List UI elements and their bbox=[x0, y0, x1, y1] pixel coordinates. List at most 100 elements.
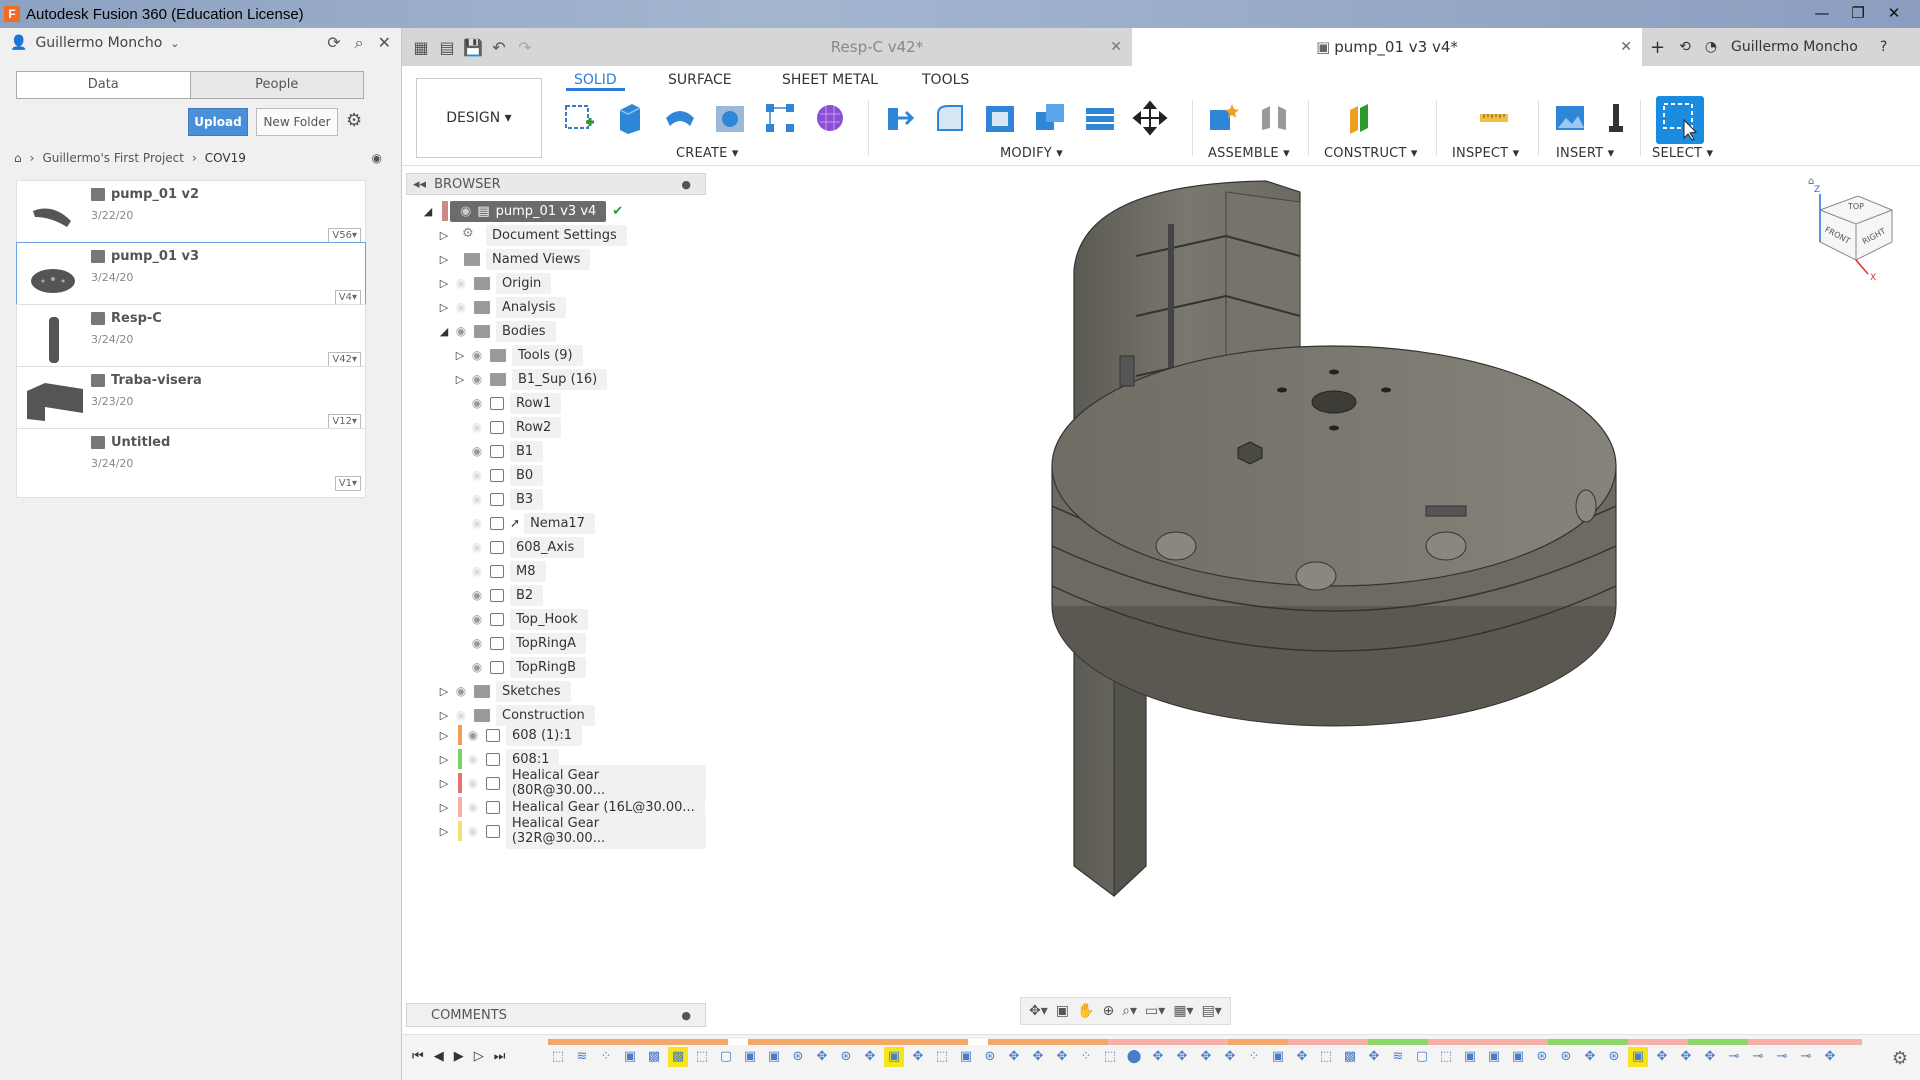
shell-feature-icon[interactable]: ▢ bbox=[716, 1047, 736, 1067]
rigid-joint-feature-icon[interactable]: ⊸ bbox=[1796, 1047, 1816, 1067]
root-component-label[interactable]: ◉ ▤ pump_01 v3 v4 bbox=[450, 200, 607, 222]
new-folder-button[interactable]: New Folder bbox=[256, 108, 338, 136]
combine-icon[interactable] bbox=[1032, 100, 1068, 136]
look-at-icon[interactable]: ▣ bbox=[1056, 1003, 1069, 1019]
combine-feature-icon[interactable]: ▩ bbox=[644, 1047, 664, 1067]
sketch-feature-icon[interactable]: ⬚ bbox=[1436, 1047, 1456, 1067]
move-feature-icon[interactable]: ✥ bbox=[1580, 1047, 1600, 1067]
move-feature-icon[interactable]: ✥ bbox=[1676, 1047, 1696, 1067]
tree-item[interactable]: ◉ B1 bbox=[468, 439, 544, 463]
tab-sheet-metal[interactable]: SHEET METAL bbox=[782, 72, 878, 88]
eye-icon[interactable]: ◉ bbox=[452, 276, 470, 290]
tree-item[interactable]: ◉ M8 bbox=[468, 559, 546, 583]
tree-item[interactable]: ▷ ◉ Analysis bbox=[436, 295, 566, 319]
chamfer-icon[interactable] bbox=[982, 100, 1018, 136]
tab-surface[interactable]: SURFACE bbox=[668, 72, 732, 88]
measure-icon[interactable] bbox=[1476, 100, 1512, 136]
move-feature-icon[interactable]: ✥ bbox=[1652, 1047, 1672, 1067]
tree-item[interactable]: ▷ Named Views bbox=[436, 247, 591, 271]
new-component-icon[interactable] bbox=[1206, 100, 1242, 136]
move-feature-icon[interactable]: ✥ bbox=[1700, 1047, 1720, 1067]
assemble-menu[interactable]: ASSEMBLE ▾ bbox=[1208, 146, 1290, 161]
sketch-feature-icon[interactable]: ⬚ bbox=[932, 1047, 952, 1067]
sketch-feature-icon[interactable]: ⬚ bbox=[548, 1047, 568, 1067]
collapsed-triangle-icon[interactable]: ▷ bbox=[436, 301, 452, 314]
move-feature-icon[interactable]: ✥ bbox=[908, 1047, 928, 1067]
pattern-feature-icon[interactable]: ⁘ bbox=[596, 1047, 616, 1067]
pattern-icon[interactable] bbox=[762, 100, 798, 136]
eye-icon[interactable]: ◉ bbox=[468, 540, 486, 554]
fit-zoom-icon[interactable]: ⌕▾ bbox=[1122, 1003, 1137, 1019]
canvas-viewport[interactable] bbox=[706, 166, 1920, 1034]
move-feature-icon[interactable]: ✥ bbox=[1364, 1047, 1384, 1067]
extrude-feature-icon[interactable]: ▣ bbox=[620, 1047, 640, 1067]
eye-icon[interactable]: ◉ bbox=[452, 708, 470, 722]
close-tab-icon[interactable]: ✕ bbox=[1620, 28, 1632, 66]
collapsed-triangle-icon[interactable]: ▷ bbox=[436, 777, 452, 790]
move-feature-icon[interactable]: ✥ bbox=[1292, 1047, 1312, 1067]
new-tab-icon[interactable]: + bbox=[1650, 37, 1665, 58]
offset-faces-icon[interactable] bbox=[1082, 100, 1118, 136]
play-icon[interactable]: ▶ bbox=[454, 1049, 464, 1064]
eye-icon[interactable]: ◉ bbox=[468, 588, 486, 602]
home-icon[interactable]: ⌂ bbox=[14, 151, 22, 165]
search-icon[interactable]: ⌕ bbox=[355, 33, 364, 53]
tab-solid[interactable]: SOLID bbox=[566, 72, 625, 91]
comments-panel[interactable]: COMMENTS ● bbox=[406, 1003, 706, 1027]
offset-plane-icon[interactable] bbox=[1344, 100, 1380, 136]
sweep-feature-icon[interactable]: ≋ bbox=[1388, 1047, 1408, 1067]
globe-gear-icon[interactable]: ◉ bbox=[372, 151, 382, 165]
create-sketch-icon[interactable] bbox=[562, 100, 598, 136]
tree-item[interactable]: ▷ ◉ Healical Gear (80R@30.00... bbox=[436, 765, 706, 801]
eye-icon[interactable]: ◉ bbox=[468, 348, 486, 362]
display-settings-icon[interactable]: ▭▾ bbox=[1145, 1003, 1165, 1019]
collapsed-triangle-icon[interactable]: ▷ bbox=[436, 229, 452, 242]
move-copy-icon[interactable] bbox=[1132, 100, 1168, 136]
shell-feature-icon[interactable]: ▢ bbox=[1412, 1047, 1432, 1067]
sketch-feature-icon[interactable]: ⬚ bbox=[1100, 1047, 1120, 1067]
extrude-feature-icon[interactable]: ▣ bbox=[884, 1047, 904, 1067]
tree-item[interactable]: ◢ ◉ Bodies bbox=[436, 319, 556, 343]
close-tab-icon[interactable]: ✕ bbox=[1110, 28, 1122, 66]
tree-item[interactable]: ▷ ◉ 608 (1):1 bbox=[436, 723, 583, 747]
move-feature-icon[interactable]: ✥ bbox=[1196, 1047, 1216, 1067]
pattern-feature-icon[interactable]: ⁘ bbox=[1244, 1047, 1264, 1067]
eye-icon[interactable]: ◉ bbox=[468, 660, 486, 674]
view-cube-top-face[interactable]: TOP bbox=[1847, 202, 1864, 211]
move-feature-icon[interactable]: ✥ bbox=[1172, 1047, 1192, 1067]
eye-icon[interactable]: ◉ bbox=[452, 324, 470, 338]
file-card[interactable]: Resp-C 3/24/20 V42▾ bbox=[16, 304, 366, 374]
extrude-feature-icon[interactable]: ▣ bbox=[1268, 1047, 1288, 1067]
hole-icon[interactable] bbox=[712, 100, 748, 136]
modify-menu[interactable]: MODIFY ▾ bbox=[1000, 146, 1063, 161]
move-feature-icon[interactable]: ✥ bbox=[1148, 1047, 1168, 1067]
zoom-icon[interactable]: ⊕ bbox=[1102, 1003, 1114, 1019]
tree-item[interactable]: ◉ B2 bbox=[468, 583, 544, 607]
tree-root[interactable]: ◢ ◉ ▤ pump_01 v3 v4 ✔ bbox=[420, 199, 623, 223]
combine-feature-icon[interactable]: ▩ bbox=[668, 1047, 688, 1067]
upload-button[interactable]: Upload bbox=[188, 108, 248, 136]
combine-feature-icon[interactable]: ▩ bbox=[1340, 1047, 1360, 1067]
tab-tools[interactable]: TOOLS bbox=[922, 72, 969, 88]
account-name[interactable]: Guillermo Moncho bbox=[1731, 39, 1858, 55]
tree-item[interactable]: ▷ ◉ Sketches bbox=[436, 679, 571, 703]
tree-item[interactable]: ◉ TopRingB bbox=[468, 655, 586, 679]
browser-header[interactable]: ◂◂ BROWSER ● bbox=[406, 173, 706, 195]
help-icon[interactable]: ? bbox=[1880, 39, 1887, 55]
extrude-icon[interactable] bbox=[612, 100, 648, 136]
insert-menu[interactable]: INSERT ▾ bbox=[1556, 146, 1614, 161]
joint-feature-icon[interactable]: ⊛ bbox=[1604, 1047, 1624, 1067]
inspect-menu[interactable]: INSPECT ▾ bbox=[1452, 146, 1519, 161]
move-feature-icon[interactable]: ✥ bbox=[860, 1047, 880, 1067]
tree-item[interactable]: ▷ ◉ B1_Sup (16) bbox=[452, 367, 608, 391]
move-feature-icon[interactable]: ✥ bbox=[812, 1047, 832, 1067]
go-to-start-icon[interactable]: ⏮ bbox=[412, 1049, 424, 1064]
move-feature-icon[interactable]: ✥ bbox=[1004, 1047, 1024, 1067]
cylinder-feature-icon[interactable]: ⬤ bbox=[1124, 1047, 1144, 1067]
tree-item[interactable]: ◉ ➚ Nema17 bbox=[468, 511, 595, 535]
file-card[interactable]: Untitled 3/24/20 V1▾ bbox=[16, 428, 366, 498]
rigid-joint-feature-icon[interactable]: ⊸ bbox=[1724, 1047, 1744, 1067]
press-pull-icon[interactable] bbox=[882, 100, 918, 136]
eye-icon[interactable]: ◉ bbox=[468, 444, 486, 458]
grid-menu-icon[interactable]: ▦ bbox=[408, 38, 434, 57]
